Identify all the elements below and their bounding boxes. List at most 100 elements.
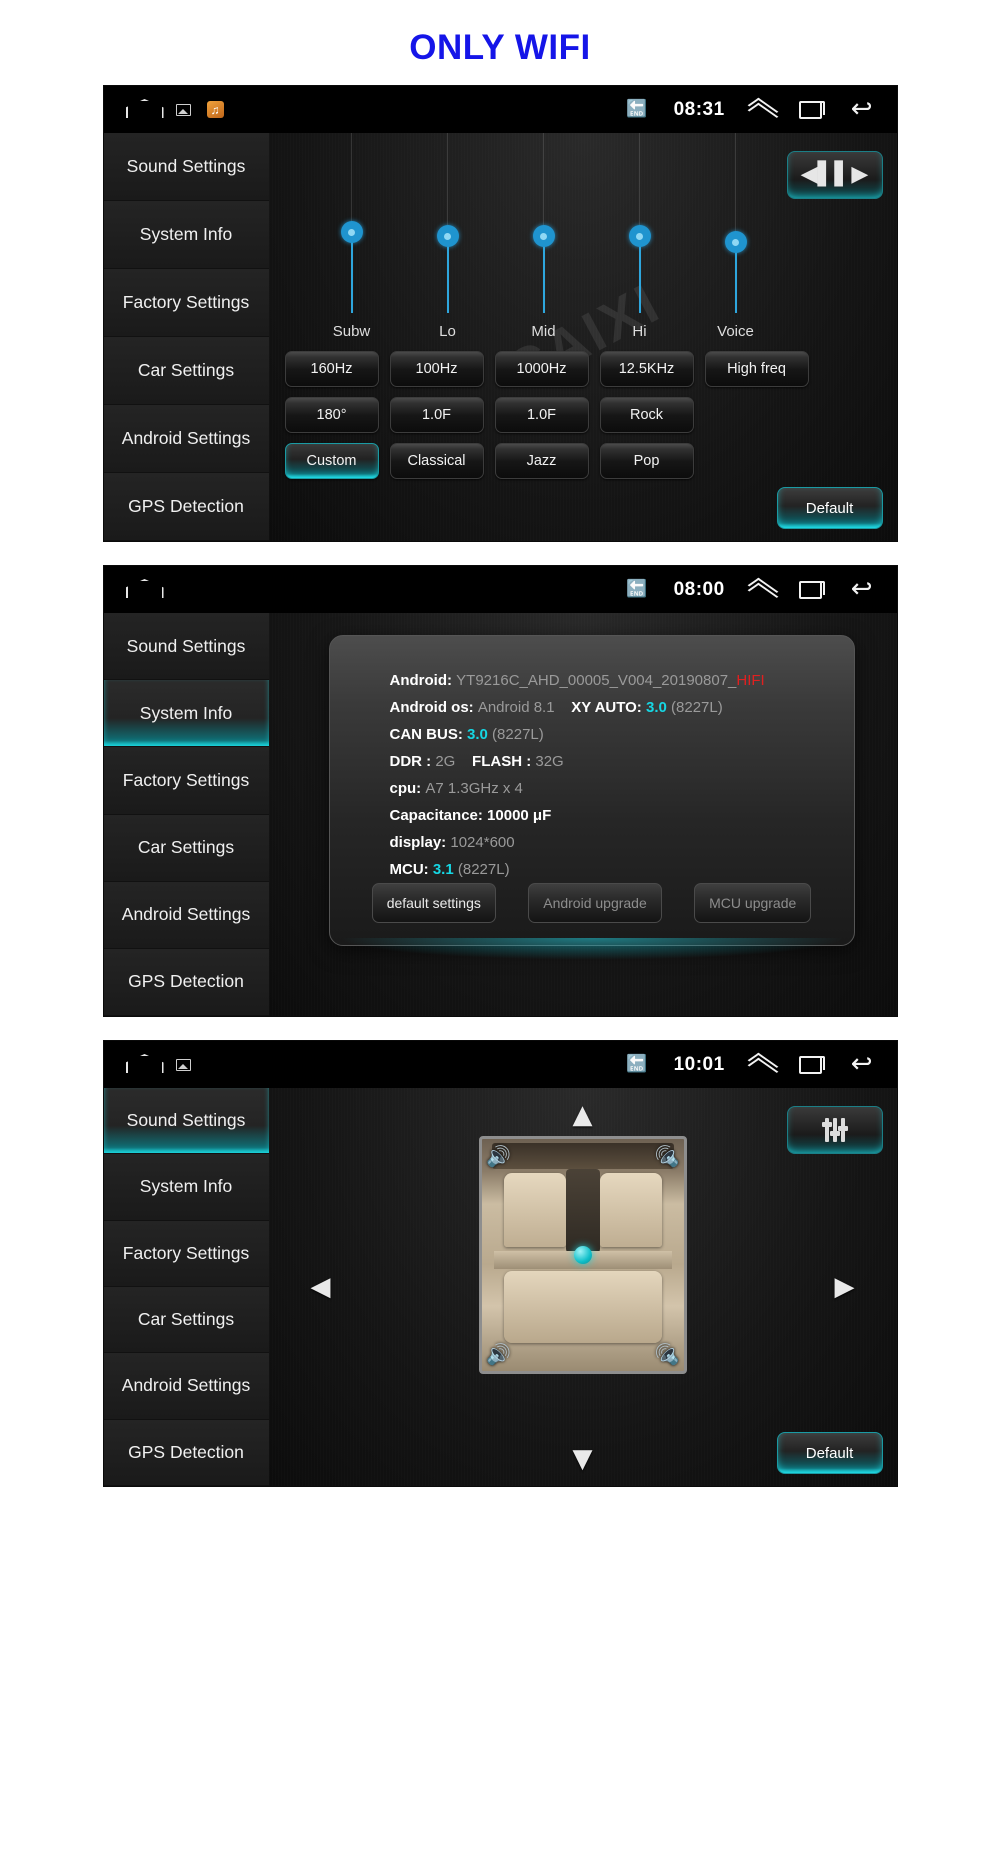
home-icon[interactable] [126,1056,160,1073]
default-button[interactable]: Default [776,1432,883,1474]
screen-sound-settings-fader: 🔚 10:01 ↩ Sound Settings System Info Fac… [103,1041,897,1486]
android-upgrade-button[interactable]: Android upgrade [528,883,662,923]
slider-thumb[interactable] [532,225,555,247]
sidebar-item-car-settings[interactable]: Car Settings [103,337,269,405]
default-settings-button[interactable]: default settings [371,883,496,923]
slider-lo[interactable]: Lo [436,133,459,340]
eq-button-12-5khz[interactable]: 12.5KHz [599,351,694,387]
sidebar-item-factory-settings[interactable]: Factory Settings [103,269,269,337]
slider-thumb[interactable] [724,231,747,253]
slider-mid[interactable]: Mid [531,133,556,340]
info-row-can-bus: CAN BUS: 3.0 (8227L) [390,726,824,743]
recents-icon[interactable] [798,580,825,599]
slider-subw[interactable]: Subw [333,133,370,340]
picture-icon[interactable] [175,1058,191,1071]
home-icon[interactable] [126,101,160,118]
slider-hi[interactable]: Hi [628,133,651,340]
eq-button-160hz[interactable]: 160Hz [284,351,379,387]
status-bar-right: 🔚 08:31 ↩ [626,96,896,122]
mcu-upgrade-button[interactable]: MCU upgrade [694,883,812,923]
eq-button-classical[interactable]: Classical [389,443,484,479]
car-cabin-image[interactable]: 🔊 🔊 🔊 🔊 [478,1136,687,1374]
status-bar-left [104,1056,191,1073]
screen-body: Sound Settings System Info Factory Setti… [103,1088,897,1486]
info-row-display: display: 1024*600 [390,834,824,851]
sidebar-item-sound-settings[interactable]: Sound Settings [103,133,269,201]
eq-button-100hz[interactable]: 100Hz [389,351,484,387]
chevron-up-icon[interactable] [751,103,773,117]
sidebar-item-gps-detection[interactable]: GPS Detection [103,473,269,541]
sidebar-item-system-info[interactable]: System Info [103,680,269,748]
seat-rear-bench [503,1271,662,1343]
sidebar-item-label: System Info [139,224,233,244]
screen-system-info: 🔚 08:00 ↩ Sound Settings System Info Fac… [103,566,897,1016]
recents-icon[interactable] [798,1055,825,1074]
sidebar-item-label: Car Settings [137,360,235,380]
recents-icon[interactable] [798,100,825,119]
eq-button-rear-1-0f[interactable]: 1.0F [494,397,589,433]
back-icon[interactable]: ↩ [851,1051,873,1077]
down-arrow-icon[interactable]: ▼ [573,1446,593,1472]
slider-label-voice: Voice [717,323,754,340]
left-arrow-icon[interactable]: ◀ [311,1274,331,1300]
seat-front-right [599,1173,662,1247]
eq-button-1000hz[interactable]: 1000Hz [494,351,589,387]
system-info-panel: Android: YT9216C_AHD_00005_V004_20190807… [328,635,855,946]
info-row-android-os: Android os: Android 8.1 XY AUTO: 3.0 (82… [390,699,824,716]
eq-button-custom[interactable]: Custom [284,443,379,479]
picture-icon[interactable] [175,103,191,116]
info-value-android: YT9216C_AHD_00005_V004_20190807_ [456,672,737,689]
info-row-mcu: MCU: 3.1 (8227L) [390,861,824,878]
eq-button-rock[interactable]: Rock [599,397,694,433]
info-key-ddr: DDR : [389,753,432,770]
sidebar-item-label: System Info [139,1176,233,1197]
info-row-cpu: cpu: A7 1.3GHz x 4 [390,780,824,797]
back-icon[interactable]: ↩ [851,96,873,122]
right-arrow-icon[interactable]: ▶ [835,1274,855,1300]
eq-button-jazz[interactable]: Jazz [494,443,589,479]
equalizer-toggle-button[interactable] [786,1106,883,1154]
eq-button-pop[interactable]: Pop [599,443,694,479]
sidebar-item-factory-settings[interactable]: Factory Settings [103,1220,269,1287]
center-console [565,1169,600,1253]
eq-button-high-freq[interactable]: High freq [704,351,809,387]
equalizer-sliders-icon [829,1118,840,1142]
sidebar-item-sound-settings[interactable]: Sound Settings [103,1088,269,1155]
system-info-panel-area: CAIXI Android: YT9216C_AHD_00005_V004_20… [268,613,897,1016]
sidebar-item-android-settings[interactable]: Android Settings [103,405,269,473]
status-bar-right: 🔚 10:01 ↩ [626,1051,896,1077]
sidebar-item-android-settings[interactable]: Android Settings [103,1353,269,1420]
eq-button-180-deg[interactable]: 180° [284,397,379,433]
music-icon[interactable]: ♫ [206,101,224,118]
clock: 08:00 [673,578,725,600]
info-value-ddr: 2G [435,753,456,770]
sidebar-item-system-info[interactable]: System Info [103,201,269,269]
sidebar-item-sound-settings[interactable]: Sound Settings [103,613,269,681]
slider-voice[interactable]: Voice [717,133,754,340]
info-key-xy-auto: XY AUTO: [571,699,642,716]
sidebar-item-system-info[interactable]: System Info [103,1154,269,1221]
sidebar-item-gps-detection[interactable]: GPS Detection [103,948,269,1016]
slider-thumb[interactable] [436,225,459,247]
chevron-up-icon[interactable] [751,583,773,597]
sidebar-item-factory-settings[interactable]: Factory Settings [103,747,269,815]
sidebar-item-android-settings[interactable]: Android Settings [103,881,269,949]
sidebar-item-gps-detection[interactable]: GPS Detection [103,1419,269,1486]
fader-position-dot[interactable] [573,1246,592,1264]
sidebar-item-label: GPS Detection [128,971,244,992]
fader-area: ▲ ▼ ◀ ▶ 🔊 🔊 🔊 🔊 Default [269,1088,897,1486]
slider-fill [350,231,353,313]
slider-thumb[interactable] [628,225,651,247]
back-icon[interactable]: ↩ [851,576,873,602]
up-arrow-icon[interactable]: ▲ [573,1102,593,1128]
default-button[interactable]: Default [776,487,883,529]
sidebar-item-label: Android Settings [121,904,251,925]
sidebar-item-car-settings[interactable]: Car Settings [103,1286,269,1354]
home-icon[interactable] [126,581,160,598]
status-bar-left [104,581,160,598]
slider-thumb[interactable] [340,221,363,243]
clock: 08:31 [673,98,725,120]
eq-button-front-1-0f[interactable]: 1.0F [389,397,484,433]
sidebar-item-car-settings[interactable]: Car Settings [103,814,269,882]
chevron-up-icon[interactable] [751,1058,773,1072]
